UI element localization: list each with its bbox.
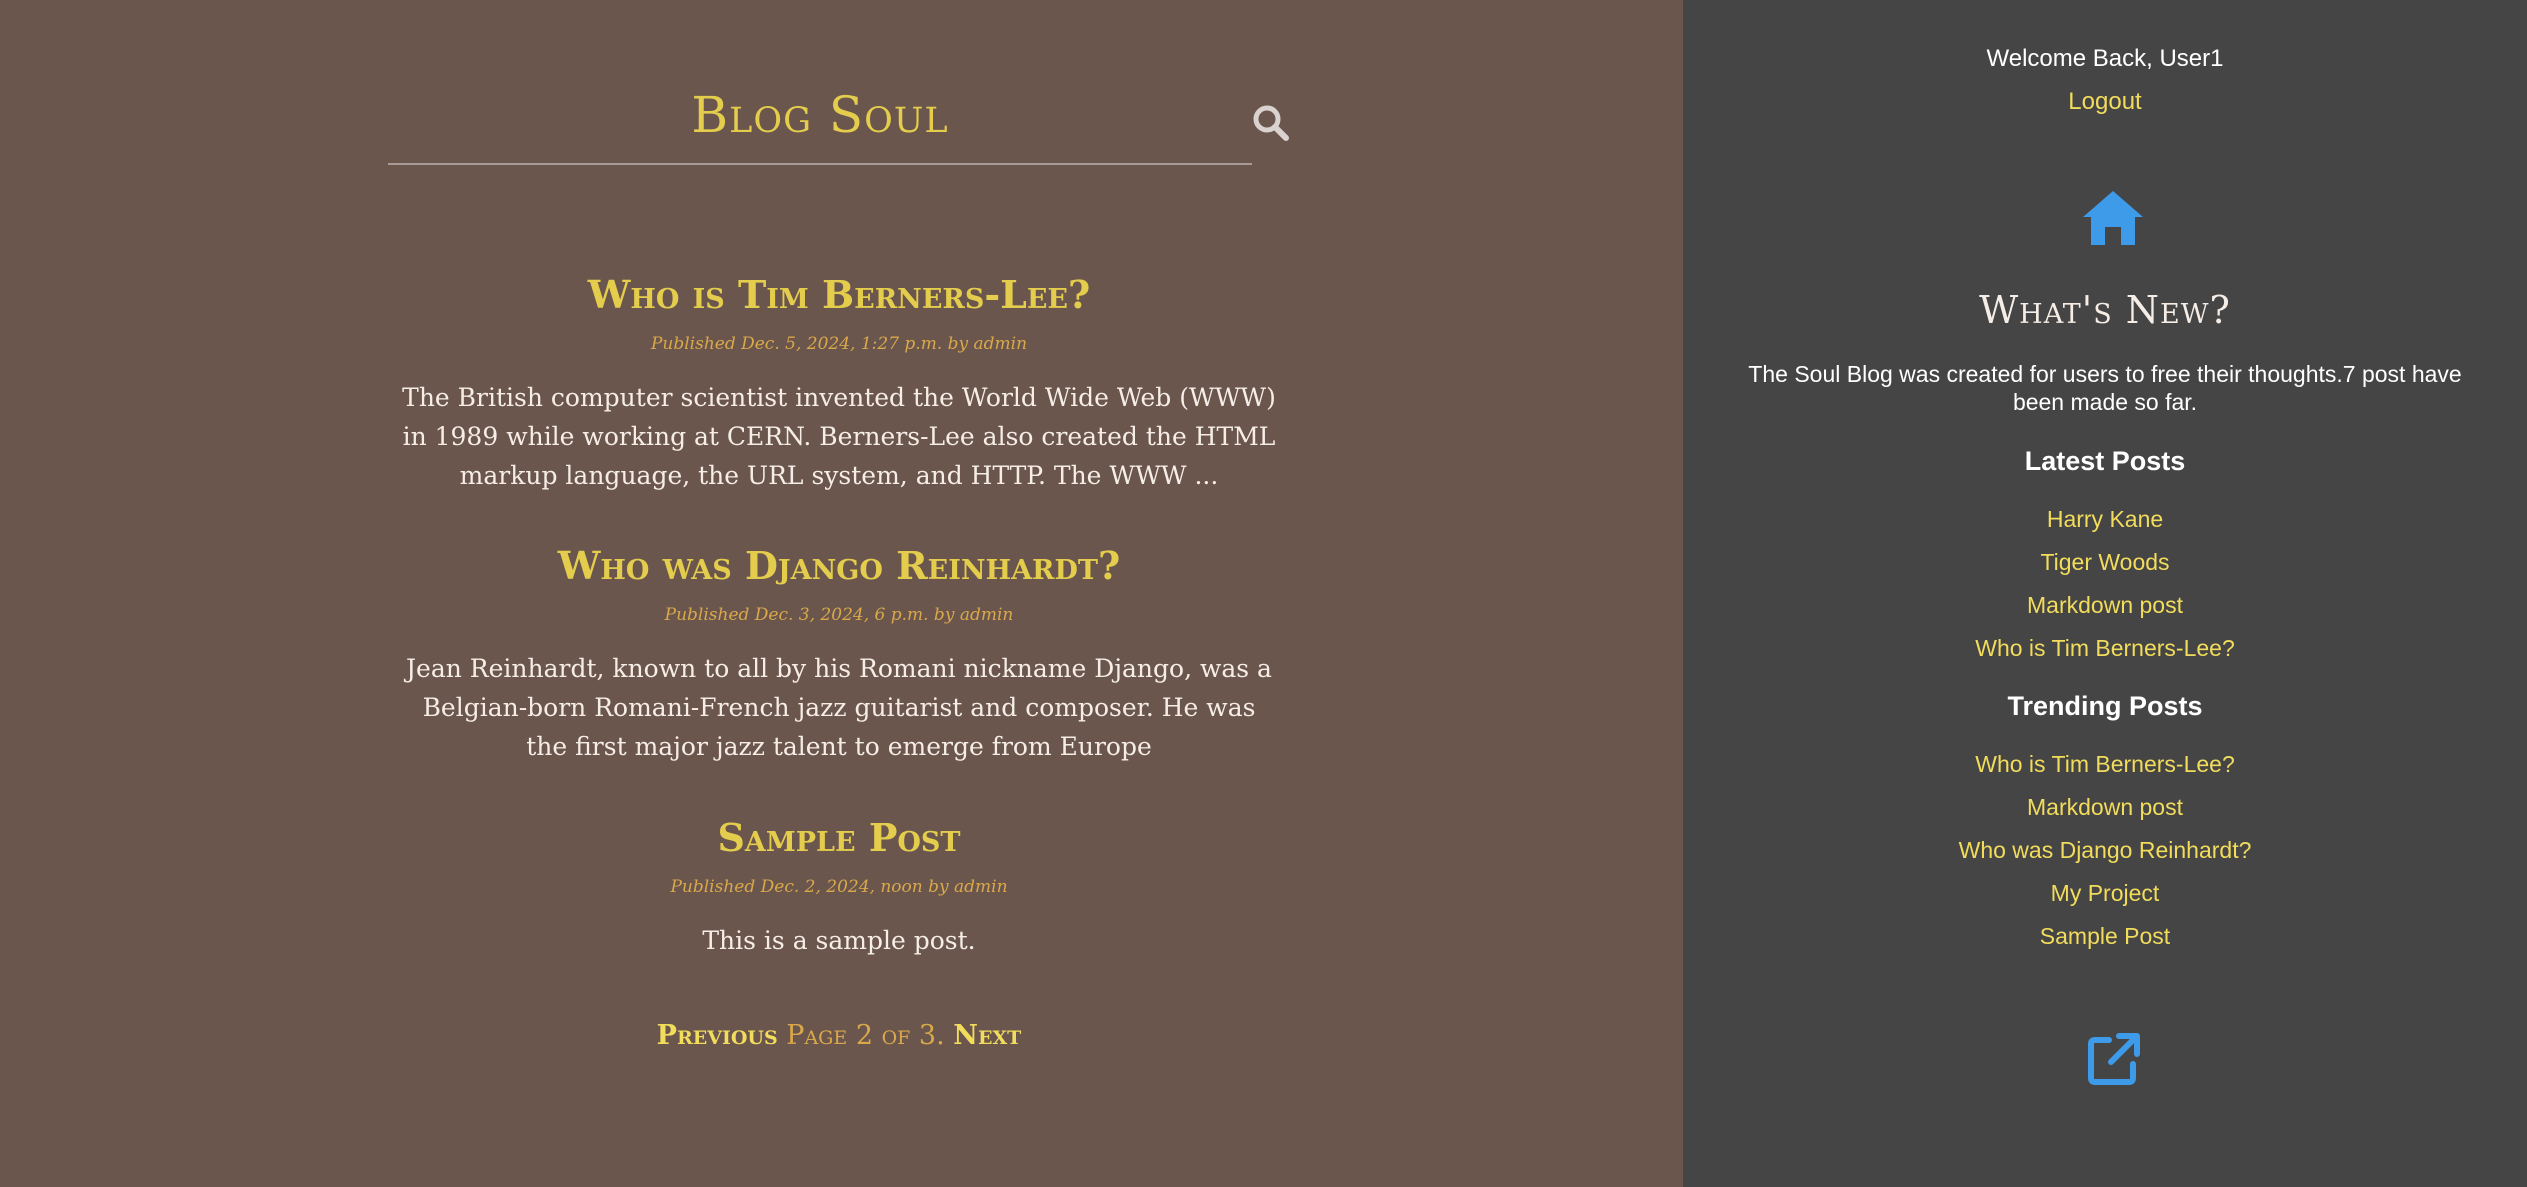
logout-link[interactable]: Logout <box>1683 88 2527 116</box>
about-text: The Soul Blog was created for users to f… <box>1748 361 2462 415</box>
post-title[interactable]: Who is Tim Berners-Lee? <box>400 272 1278 318</box>
welcome-message: Welcome Back, User1 <box>1986 45 2224 72</box>
trending-post-link[interactable]: Sample Post <box>1683 923 2527 950</box>
latest-post-link[interactable]: Markdown post <box>1683 592 2527 619</box>
post-item: Who is Tim Berners-Lee? Published Dec. 5… <box>400 272 1278 495</box>
trending-post-link[interactable]: Who is Tim Berners-Lee? <box>1683 751 2527 778</box>
page-indicator: Page 2 of 3. <box>786 1020 945 1051</box>
trending-post-link[interactable]: Who was Django Reinhardt? <box>1683 837 2527 864</box>
external-link-icon[interactable] <box>2085 1032 2141 1088</box>
home-icon[interactable] <box>2081 189 2145 247</box>
trending-post-link[interactable]: My Project <box>1683 880 2527 907</box>
search-icon[interactable] <box>1250 102 1292 144</box>
post-item: Who was Django Reinhardt? Published Dec.… <box>400 543 1278 766</box>
post-excerpt: Jean Reinhardt, known to all by his Roma… <box>406 653 1272 761</box>
pagination: Previous Page 2 of 3. Next <box>400 1020 1278 1051</box>
post-meta: Published Dec. 2, 2024, noon by admin <box>670 876 1008 897</box>
trending-post-link[interactable]: Markdown post <box>1683 794 2527 821</box>
post-title[interactable]: Sample Post <box>400 815 1278 861</box>
next-page-link[interactable]: Next <box>953 1020 1021 1051</box>
post-meta: Published Dec. 5, 2024, 1:27 p.m. by adm… <box>650 333 1028 354</box>
site-title[interactable]: Blog Soul <box>388 86 1252 144</box>
latest-post-link[interactable]: Harry Kane <box>1683 506 2527 533</box>
trending-posts-heading: Trending Posts <box>2007 691 2203 721</box>
latest-post-link[interactable]: Tiger Woods <box>1683 549 2527 576</box>
post-title[interactable]: Who was Django Reinhardt? <box>400 543 1278 589</box>
previous-page-link[interactable]: Previous <box>657 1020 778 1051</box>
post-excerpt: This is a sample post. <box>702 925 976 955</box>
header-divider <box>388 163 1252 165</box>
post-meta: Published Dec. 3, 2024, 6 p.m. by admin <box>664 604 1014 625</box>
whats-new-heading: What's New? <box>1979 288 2231 332</box>
post-excerpt: The British computer scientist invented … <box>402 382 1276 490</box>
latest-posts-heading: Latest Posts <box>2024 446 2186 476</box>
post-item: Sample Post Published Dec. 2, 2024, noon… <box>400 815 1278 960</box>
latest-post-link[interactable]: Who is Tim Berners-Lee? <box>1683 635 2527 662</box>
